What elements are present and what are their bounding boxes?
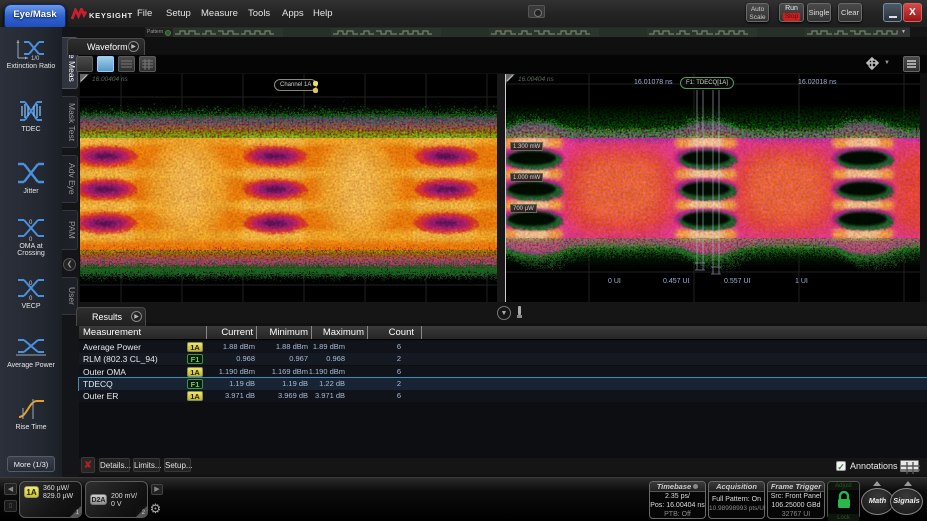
svg-text:0: 0 [29, 237, 33, 242]
svg-text:0: 0 [29, 296, 33, 302]
svg-text:1/0: 1/0 [31, 56, 40, 62]
